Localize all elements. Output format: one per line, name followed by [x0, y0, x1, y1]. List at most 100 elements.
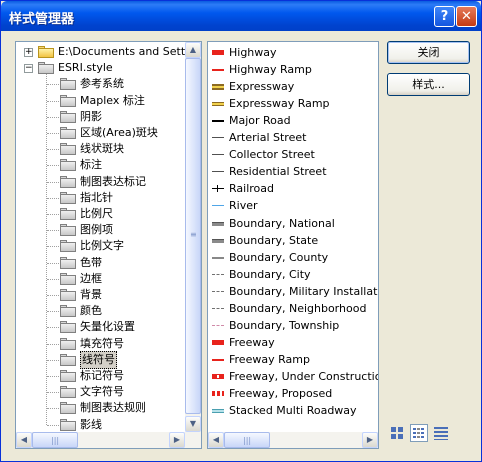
symbol-label: Highway Ramp [229, 63, 312, 77]
tree-item[interactable]: 矢量化设置 [16, 319, 186, 335]
help-button[interactable]: ? [434, 6, 455, 27]
tree-item[interactable]: 比例文字 [16, 238, 186, 254]
title-bar[interactable]: 样式管理器 ? ✕ [1, 1, 481, 31]
tree-item[interactable]: Maplex 标注 [16, 93, 186, 109]
tree-connector [47, 149, 59, 151]
tree-item-label: 标注 [80, 158, 102, 172]
tree-connector [47, 408, 59, 410]
folder-icon [60, 402, 76, 415]
symbol-label: Major Road [229, 114, 291, 128]
symbol-label: River [229, 199, 258, 213]
tree-item[interactable]: 填充符号 [16, 336, 186, 352]
tree-connector [47, 197, 59, 199]
tree-item[interactable]: 颜色 [16, 303, 186, 319]
scroll-left-icon[interactable]: ◀ [16, 432, 32, 448]
folder-icon [60, 418, 76, 431]
tree-connector [47, 262, 59, 264]
line-symbol-icon [212, 84, 224, 91]
tree-item-label: 边框 [80, 271, 102, 285]
folder-icon [60, 289, 76, 301]
style-tree[interactable]: + E:\Documents and Settings − ESRI.style 参考系… [15, 41, 202, 449]
symbol-label: Boundary, Township [229, 318, 340, 332]
folder-icon [60, 240, 76, 253]
line-symbol-icon [212, 358, 224, 361]
styles-button[interactable]: 样式... [387, 73, 470, 96]
symbol-label: Stacked Multi Roadway [229, 404, 357, 418]
tree-hscroll-thumb[interactable]: ||| [32, 432, 78, 448]
symbol-list[interactable]: Highway Highway Ramp Expressway Expressway … [207, 41, 379, 449]
tree-item-label: 线状斑块 [80, 142, 124, 156]
tree-node-style[interactable]: − ESRI.style [16, 60, 186, 76]
tree-item-label: 线符号 [80, 350, 117, 369]
tree-connector [47, 327, 59, 329]
folder-icon [60, 224, 76, 237]
scroll-down-icon[interactable]: ▼ [185, 416, 201, 432]
folder-icon [38, 62, 54, 75]
list-view-icon[interactable] [410, 424, 428, 442]
tree-item[interactable]: 阴影 [16, 109, 186, 125]
expand-icon[interactable]: + [24, 48, 33, 57]
symbol-label: Boundary, County [229, 250, 329, 264]
grip-icon: ||| [243, 436, 252, 445]
close-button[interactable]: 关闭 [387, 41, 470, 64]
tree-node-label: E:\Documents and Settings [58, 45, 202, 58]
tree-item[interactable]: 文字符号 [16, 384, 186, 400]
tree-connector [47, 133, 59, 134]
symbol-label: Freeway, Under Construction [229, 369, 379, 383]
folder-icon [60, 321, 76, 334]
scroll-up-icon[interactable]: ▲ [185, 42, 201, 58]
collapse-icon[interactable]: − [24, 64, 33, 74]
tree-vertical-scrollbar[interactable]: ▲ ≡ ▼ [185, 42, 201, 432]
tree-item[interactable]: 色带 [16, 255, 186, 271]
line-symbol-icon [212, 339, 224, 345]
scroll-right-icon[interactable]: ▶ [169, 432, 185, 448]
list-hscroll-thumb[interactable]: ||| [224, 432, 270, 448]
tree-item[interactable]: 比例尺 [16, 206, 186, 222]
tree-item-label: 参考系统 [80, 77, 124, 91]
tree-item-label: 指北针 [80, 190, 113, 204]
tree-item[interactable]: 影线 [16, 417, 186, 433]
folder-icon [60, 305, 76, 318]
symbol-label: Boundary, City [229, 267, 311, 281]
symbol-label: Arterial Street [229, 131, 307, 145]
folder-icon [60, 143, 76, 156]
tree-item[interactable]: 线符号 [16, 350, 186, 369]
close-window-button[interactable]: ✕ [456, 6, 477, 27]
large-icons-view-icon[interactable] [388, 424, 406, 442]
line-symbol-icon [212, 205, 224, 207]
tree-connector [47, 165, 59, 167]
tree-item[interactable]: 制图表达规则 [16, 400, 186, 416]
tree-item[interactable]: 制图表达标记 [16, 174, 186, 190]
tree-horizontal-scrollbar[interactable]: ◀ ||| ▶ [16, 432, 201, 448]
tree-item-label: 阴影 [80, 109, 102, 123]
folder-icon [60, 353, 76, 366]
tree-connector [47, 278, 59, 280]
tree-item[interactable]: 线状斑块 [16, 141, 186, 157]
tree-item[interactable]: 背景 [16, 287, 186, 303]
symbol-label: Expressway [229, 80, 295, 94]
scroll-left-icon[interactable]: ◀ [208, 432, 224, 448]
tree-item[interactable]: 图例项 [16, 222, 186, 238]
tree-item[interactable]: 指北针 [16, 190, 186, 206]
tree-item[interactable]: 边框 [16, 271, 186, 287]
tree-connector [47, 295, 59, 296]
tree-item-label: 比例文字 [80, 239, 124, 253]
tree-item[interactable]: 区域(Area)斑块 [16, 125, 186, 141]
line-symbol-icon [212, 221, 224, 226]
tree-connector [47, 214, 59, 215]
tree-node-root[interactable]: + E:\Documents and Settings [16, 44, 201, 60]
folder-icon [60, 110, 76, 123]
tree-item-label: 矢量化设置 [80, 320, 135, 334]
list-horizontal-scrollbar[interactable]: ◀ ||| ▶ [208, 432, 378, 448]
tree-item[interactable]: 标记符号 [16, 368, 186, 384]
line-symbol-icon [212, 137, 224, 139]
line-symbol-icon [212, 50, 224, 55]
details-view-icon[interactable] [432, 424, 450, 442]
tree-scroll-thumb[interactable]: ≡ [185, 58, 201, 414]
tree-item[interactable]: 参考系统 [16, 76, 186, 92]
line-symbol-icon [212, 102, 224, 107]
scroll-right-icon[interactable]: ▶ [362, 432, 378, 448]
tree-item[interactable]: 标注 [16, 157, 186, 173]
folder-icon [60, 175, 76, 188]
folder-icon [60, 208, 76, 220]
